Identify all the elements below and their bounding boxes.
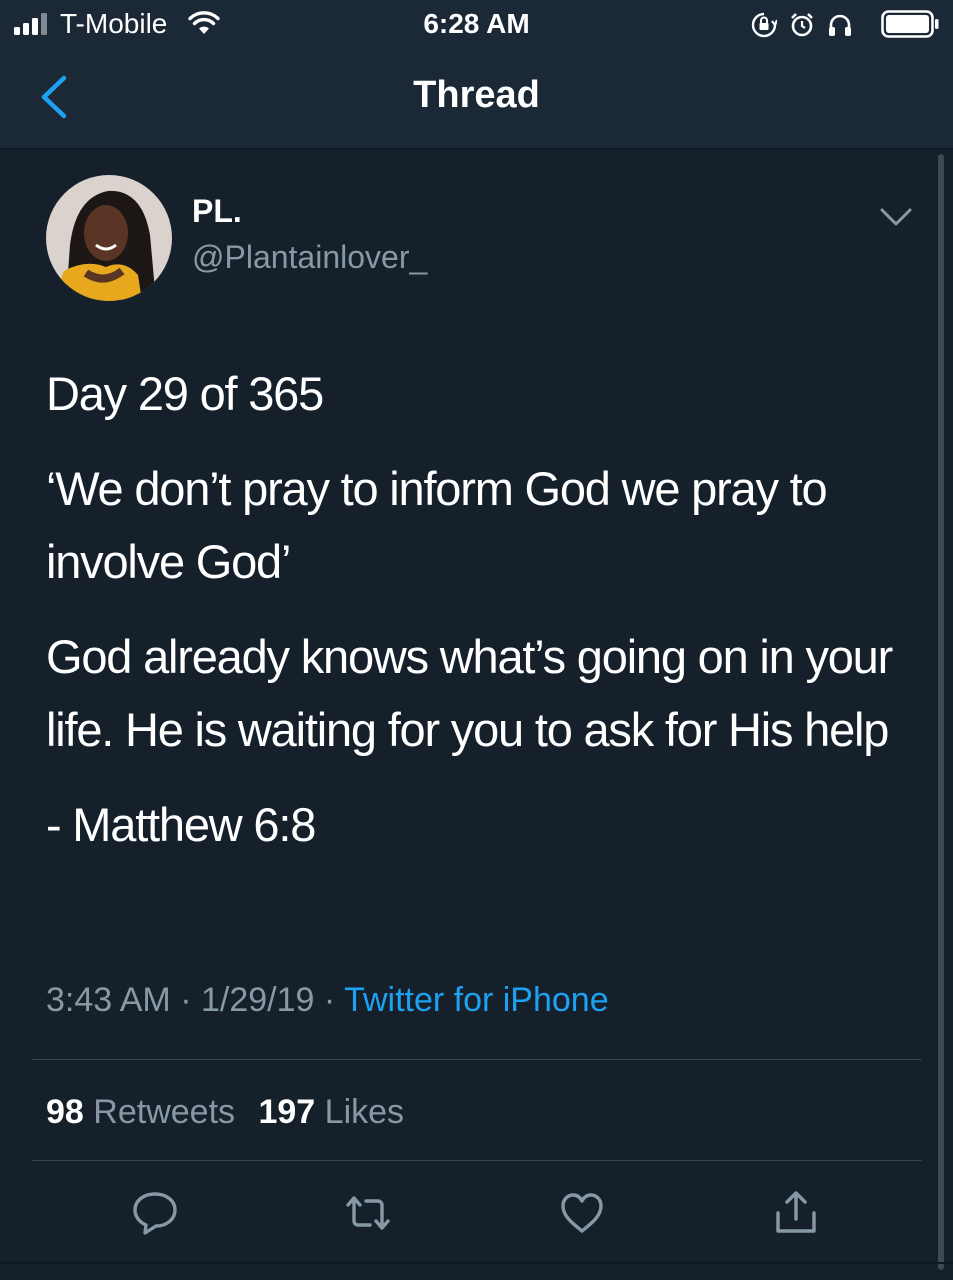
retweet-icon[interactable] [344, 1189, 392, 1237]
scrollbar[interactable] [938, 154, 944, 1270]
avatar[interactable] [46, 175, 172, 301]
retweets-label: Retweets [93, 1093, 236, 1131]
retweets-stat[interactable]: 98 Retweets [46, 1093, 244, 1131]
tweet: PL. @Plantainlover_ Day 29 of 365 ‘We do… [0, 149, 953, 1280]
navigation-bar: Thread [0, 48, 953, 149]
meta-separator: · [180, 981, 192, 1019]
alarm-icon [791, 13, 813, 37]
page-title: Thread [413, 74, 540, 116]
top-area: T-Mobile 6:28 AM Thread [0, 0, 953, 149]
tweet-actions [0, 1179, 953, 1249]
status-icons [751, 8, 941, 40]
battery-icon [881, 10, 939, 38]
tweet-source-link[interactable]: Twitter for iPhone [344, 981, 609, 1019]
tweet-paragraph: ‘We don’t pray to inform God we pray to … [46, 462, 828, 588]
likes-label: Likes [324, 1093, 405, 1131]
share-icon[interactable] [772, 1189, 820, 1237]
display-name[interactable]: PL. [192, 193, 242, 230]
orientation-lock-icon [751, 12, 777, 38]
headphones-icon [829, 14, 851, 36]
user-handle[interactable]: @Plantainlover_ [192, 239, 427, 276]
tweet-paragraph: - Matthew 6:8 [46, 798, 316, 851]
likes-stat[interactable]: 197 Likes [258, 1093, 404, 1131]
meta-separator: · [323, 981, 336, 1019]
retweets-count: 98 [46, 1093, 84, 1131]
reply-icon[interactable] [131, 1189, 179, 1237]
tweet-text: Day 29 of 365 ‘We don’t pray to inform G… [46, 357, 916, 883]
like-icon[interactable] [558, 1189, 606, 1237]
divider [32, 1160, 922, 1161]
tweet-paragraph: Day 29 of 365 [46, 367, 324, 420]
tweet-date: 1/29/19 [200, 981, 315, 1019]
likes-count: 197 [258, 1093, 316, 1131]
chevron-down-icon[interactable] [878, 205, 914, 229]
divider [0, 1262, 953, 1264]
tweet-paragraph: God already knows what’s going on in you… [46, 630, 893, 756]
tweet-stats: 98 Retweets 197 Likes [46, 1093, 418, 1132]
tweet-time: 3:43 AM [46, 981, 171, 1019]
status-bar: T-Mobile 6:28 AM [0, 0, 953, 48]
divider [32, 1059, 922, 1060]
tweet-meta: 3:43 AM · 1/29/19 · Twitter for iPhone [46, 981, 609, 1020]
